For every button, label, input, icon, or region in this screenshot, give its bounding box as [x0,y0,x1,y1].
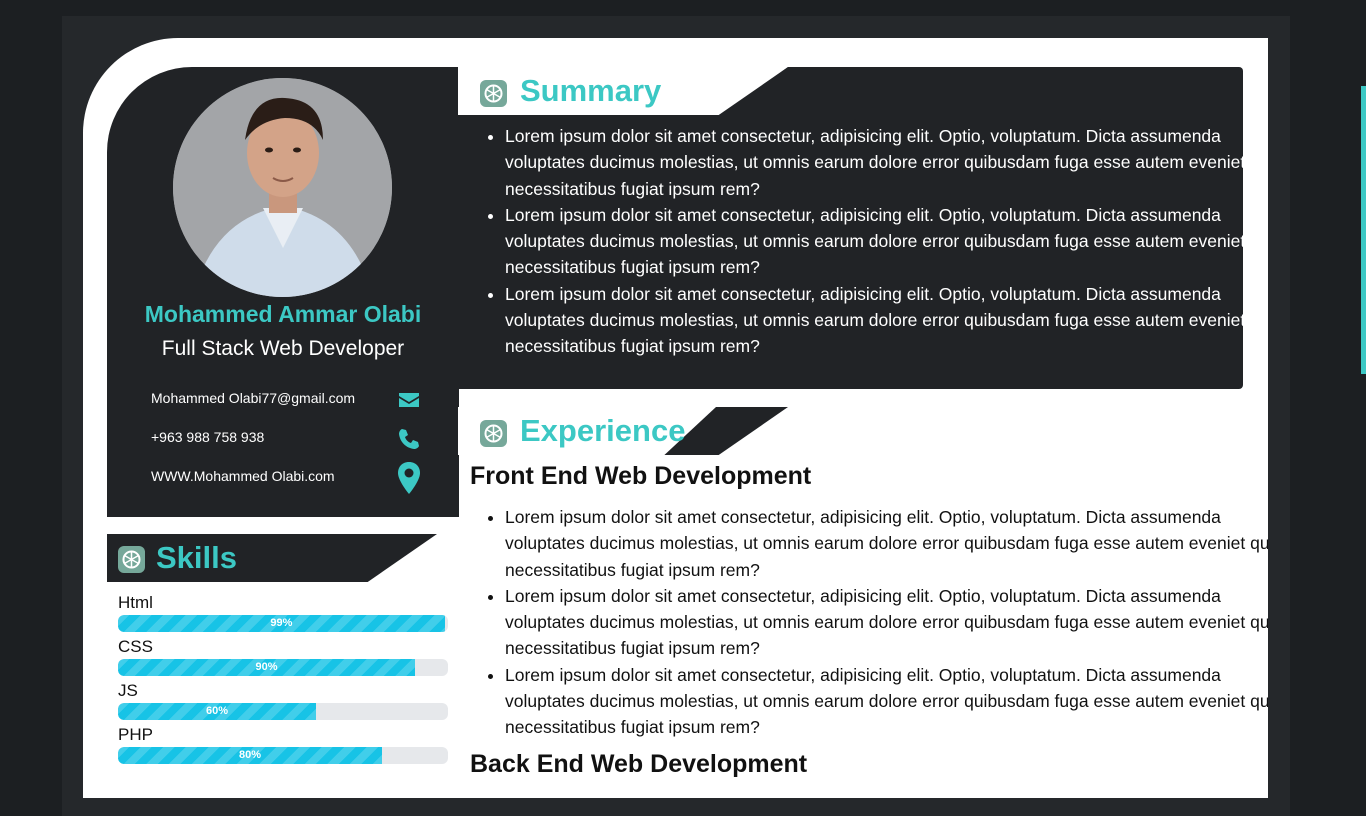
contact-website[interactable]: WWW.Mohammed Olabi.com [151,462,421,494]
resume-page: Mohammed Ammar Olabi Full Stack Web Deve… [83,38,1268,798]
skill-name: Html [118,593,153,612]
list-item: Lorem ipsum dolor sit amet consectetur, … [505,202,1268,281]
list-item: Lorem ipsum dolor sit amet consectetur, … [505,583,1268,662]
skill-name: JS [118,681,138,700]
openai-logo-icon [118,546,145,573]
envelope-icon [397,388,421,412]
profile-name: Mohammed Ammar Olabi [144,301,422,327]
skill-progress-bar: 99% [118,615,448,632]
skill-progress-bar: 60% [118,703,448,720]
contact-website-text[interactable]: WWW.Mohammed Olabi.com [151,468,335,484]
list-item: Lorem ipsum dolor sit amet consectetur, … [505,281,1268,360]
skill-css: CSS 90% [118,637,448,676]
skills-header: Skills [107,534,437,582]
skill-progress-fill: 90% [118,659,415,676]
skill-progress-fill: 80% [118,747,382,764]
skill-name: PHP [118,725,153,744]
contact-email-text[interactable]: Mohammed Olabi77@gmail.com [151,390,355,406]
job-title: Front End Web Development [470,462,812,490]
profile-photo [173,78,392,297]
contact-phone[interactable]: +963 988 758 938 [151,427,421,451]
skill-progress-bar: 80% [118,747,448,764]
experience-header: Experience [458,407,788,455]
contact-email[interactable]: Mohammed Olabi77@gmail.com [151,388,421,412]
skill-name: CSS [118,637,153,656]
skill-progress-fill: 99% [118,615,445,632]
contact-phone-text[interactable]: +963 988 758 938 [151,429,264,445]
experience-title: Experience [520,413,686,448]
list-item: Lorem ipsum dolor sit amet consectetur, … [505,504,1268,583]
skill-js: JS 60% [118,681,448,720]
summary-list: Lorem ipsum dolor sit amet consectetur, … [458,123,1268,360]
job-title: Back End Web Development [470,750,808,778]
skill-progress-fill: 60% [118,703,316,720]
list-item: Lorem ipsum dolor sit amet consectetur, … [505,662,1268,741]
phone-icon [397,427,421,451]
skill-php: PHP 80% [118,725,448,764]
profile-card: Mohammed Ammar Olabi Full Stack Web Deve… [107,67,459,517]
profile-role: Full Stack Web Developer [161,337,405,360]
list-item: Lorem ipsum dolor sit amet consectetur, … [505,123,1268,202]
openai-logo-icon [480,80,507,107]
scrollbar-thumb[interactable] [1361,86,1366,374]
skill-progress-bar: 90% [118,659,448,676]
experience-list: Lorem ipsum dolor sit amet consectetur, … [458,504,1268,741]
summary-title: Summary [520,73,662,108]
skills-title: Skills [156,540,237,575]
location-pin-icon [397,462,421,494]
skill-html: Html 99% [118,593,448,632]
openai-logo-icon [480,420,507,447]
